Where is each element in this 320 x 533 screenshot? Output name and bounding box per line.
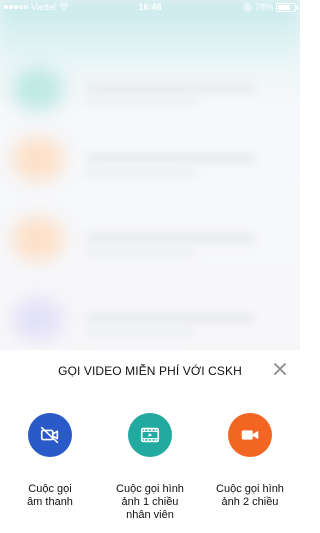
background-app: [0, 0, 300, 350]
one-way-video-label: Cuộc gọi hình ảnh 1 chiều nhân viên: [116, 483, 184, 521]
close-button[interactable]: [272, 361, 288, 377]
background-list-item: [0, 125, 300, 195]
call-options-sheet: GỌI VIDEO MIỄN PHÍ VỚI CSKH Cuộc gọi âm …: [0, 350, 300, 533]
close-icon: [274, 363, 286, 375]
audio-call-label: Cuộc gọi âm thanh: [27, 483, 73, 508]
blurred-avatar: [12, 67, 64, 111]
status-right: 78%: [243, 2, 298, 12]
one-way-video-option[interactable]: Cuộc gọi hình ảnh 1 chiều nhân viên: [100, 413, 200, 522]
video-off-icon: [40, 426, 59, 444]
two-way-video-option[interactable]: Cuộc gọi hình ảnh 2 chiều: [200, 413, 300, 509]
background-list-item: [0, 55, 300, 125]
battery-fill: [278, 4, 291, 10]
battery-icon: [276, 2, 298, 12]
one-way-video-button[interactable]: [128, 413, 172, 457]
battery-percent: 78%: [254, 2, 273, 12]
blurred-avatar: [12, 297, 64, 341]
video-camera-icon: [241, 430, 259, 440]
video-play-icon: [140, 427, 160, 443]
background-list-item: [0, 285, 300, 350]
audio-call-button[interactable]: [28, 413, 72, 457]
blurred-avatar: [12, 217, 64, 261]
two-way-video-label: Cuộc gọi hình ảnh 2 chiều: [216, 483, 284, 508]
audio-call-option[interactable]: Cuộc gọi âm thanh: [0, 413, 100, 509]
background-list-item: [0, 205, 300, 275]
rotation-lock-icon: [243, 2, 252, 12]
two-way-video-button[interactable]: [228, 413, 272, 457]
blurred-avatar: [12, 137, 64, 181]
status-bar: Viettel 16:48 78%: [0, 0, 300, 16]
sheet-title: GỌI VIDEO MIỄN PHÍ VỚI CSKH: [58, 364, 242, 378]
